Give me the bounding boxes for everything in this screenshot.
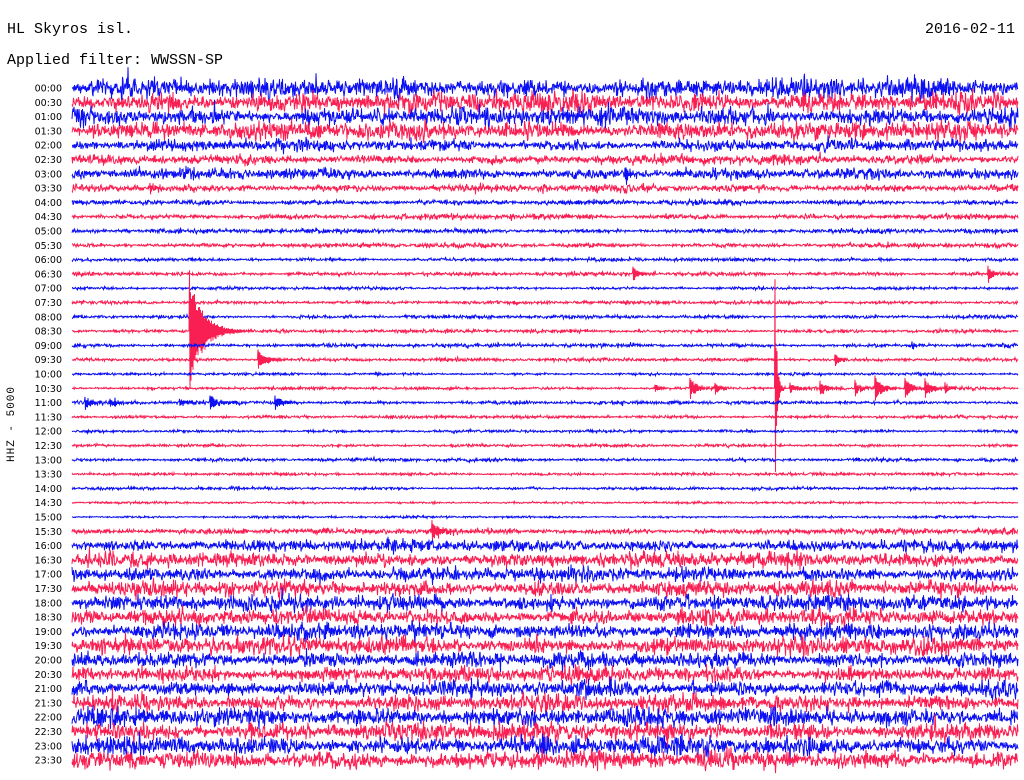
- time-label-column: 00:00 00:30 01:00 01:30 02:00 02:30 03:00 03:30…: [35, 84, 62, 767]
- time-label: 08:00: [35, 312, 62, 323]
- trace-line: [71, 441, 1019, 450]
- trace-line: [71, 226, 1019, 236]
- trace-line: [71, 341, 1019, 350]
- time-label: 15:30: [35, 527, 62, 538]
- time-label: 08:30: [35, 327, 62, 338]
- trace-line: [71, 484, 1019, 493]
- time-label: 12:30: [35, 441, 62, 452]
- trace-line: [71, 546, 1019, 574]
- time-label: 02:30: [35, 155, 62, 166]
- time-label: 07:30: [35, 298, 62, 309]
- time-label: 22:30: [35, 727, 62, 738]
- trace-line: [71, 564, 1019, 587]
- trace-line: [71, 212, 1019, 222]
- time-label: 19:30: [35, 641, 62, 652]
- trace-line: [71, 577, 1018, 601]
- time-label: 02:00: [35, 141, 62, 152]
- time-label: 04:00: [35, 198, 62, 209]
- trace-line: [71, 470, 1019, 478]
- time-label: 05:00: [35, 227, 62, 238]
- time-label: 01:00: [35, 112, 62, 123]
- trace-line: [71, 312, 1019, 321]
- time-label: 09:00: [35, 341, 62, 352]
- time-label: 13:00: [35, 455, 62, 466]
- trace-line: [71, 370, 1019, 378]
- trace-line: [71, 499, 1019, 506]
- trace-line: [71, 151, 1019, 167]
- trace-line: [71, 427, 1019, 436]
- time-label: 21:30: [35, 698, 62, 709]
- time-label: 06:30: [35, 269, 62, 280]
- time-label: 13:30: [35, 470, 62, 481]
- trace-line: [71, 255, 1019, 264]
- time-label: 18:30: [35, 613, 62, 624]
- trace-line: [71, 520, 1018, 543]
- trace-group: [71, 67, 1019, 774]
- time-label: 06:00: [35, 255, 62, 266]
- trace-line: [71, 604, 1019, 632]
- trace-line: [71, 413, 1019, 421]
- trace-line: [72, 265, 1019, 283]
- helicorder-page: 00:00 00:30 01:00 01:30 02:00 02:30 03:00 03:30…: [0, 0, 1024, 780]
- trace-line: [71, 165, 1019, 185]
- time-label: 17:00: [35, 570, 62, 581]
- trace-line: [71, 135, 1019, 155]
- helicorder-plot: 00:00 00:30 01:00 01:30 02:00 02:30 03:00 03:30…: [35, 67, 1019, 774]
- trace-line: [71, 197, 1019, 207]
- trace-line: [71, 284, 1019, 292]
- time-label: 14:30: [35, 498, 62, 509]
- time-label: 05:30: [35, 241, 62, 252]
- time-label: 03:30: [35, 184, 62, 195]
- time-label: 17:30: [35, 584, 62, 595]
- time-label: 14:00: [35, 484, 62, 495]
- time-label: 16:30: [35, 555, 62, 566]
- time-label: 20:00: [35, 656, 62, 667]
- time-label: 03:00: [35, 169, 62, 180]
- channel-scale-label: HHZ - 5000: [6, 385, 18, 463]
- time-label: 11:30: [35, 412, 62, 423]
- time-label: 10:30: [35, 384, 62, 395]
- trace-line: [71, 536, 1019, 555]
- trace-line: [71, 349, 1019, 369]
- trace-line: [71, 587, 1019, 614]
- trace-line: [72, 279, 1019, 472]
- time-label: 18:00: [35, 598, 62, 609]
- time-label: 00:30: [35, 98, 62, 109]
- trace-line: [71, 182, 1019, 195]
- trace-line: [71, 664, 1019, 686]
- time-label: 23:00: [35, 741, 62, 752]
- time-label: 11:00: [35, 398, 62, 409]
- time-label: 16:00: [35, 541, 62, 552]
- time-label: 04:30: [35, 212, 62, 223]
- time-label: 23:30: [35, 756, 62, 767]
- time-label: 07:00: [35, 284, 62, 295]
- time-label: 21:00: [35, 684, 62, 695]
- trace-line: [71, 298, 1019, 307]
- time-label: 22:00: [35, 713, 62, 724]
- trace-line: [71, 395, 1019, 410]
- time-label: 10:00: [35, 370, 62, 381]
- trace-line: [71, 455, 1019, 464]
- filter-label: Applied filter: WWSSN-SP: [7, 52, 224, 69]
- trace-line: [71, 240, 1019, 250]
- time-label: 15:00: [35, 513, 62, 524]
- time-label: 00:00: [35, 84, 62, 95]
- date-label: 2016-02-11: [924, 21, 1015, 38]
- time-label: 19:00: [35, 627, 62, 638]
- time-label: 20:30: [35, 670, 62, 681]
- trace-line: [71, 514, 1019, 520]
- time-label: 01:30: [35, 126, 62, 137]
- time-label: 09:30: [35, 355, 62, 366]
- time-label: 12:00: [35, 427, 62, 438]
- station-title: HL Skyros isl.: [7, 21, 134, 38]
